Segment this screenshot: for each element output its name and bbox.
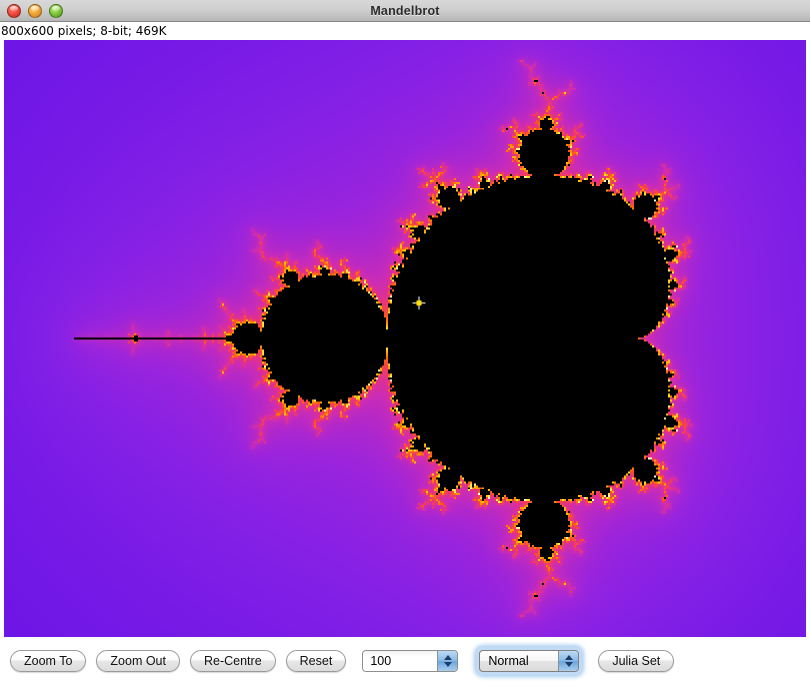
minimize-button[interactable] — [28, 4, 42, 18]
popup-down-icon[interactable] — [564, 662, 573, 667]
window-title: Mandelbrot — [370, 3, 440, 18]
zoom-button[interactable] — [49, 4, 63, 18]
window-controls — [7, 4, 63, 18]
render-mode-focus-ring: Normal — [476, 647, 583, 675]
stepper-down-icon[interactable] — [443, 662, 452, 667]
mandelbrot-fractal-image[interactable] — [4, 40, 806, 637]
render-mode-value[interactable]: Normal — [480, 651, 558, 671]
bottom-toolbar: Zoom To Zoom Out Re-Centre Reset 100 Nor… — [0, 637, 810, 685]
iterations-stepper-arrows[interactable] — [437, 651, 458, 671]
render-mode-popup[interactable]: Normal — [479, 650, 580, 672]
fractal-canvas[interactable] — [4, 40, 806, 637]
render-mode-arrows[interactable] — [558, 651, 579, 671]
iterations-stepper[interactable]: 100 — [362, 650, 459, 672]
popup-up-icon[interactable] — [564, 655, 573, 660]
zoom-to-button[interactable]: Zoom To — [10, 650, 87, 672]
zoom-out-button[interactable]: Zoom Out — [96, 650, 180, 672]
julia-set-button[interactable]: Julia Set — [598, 650, 675, 672]
iterations-value[interactable]: 100 — [363, 651, 438, 671]
window-titlebar: Mandelbrot — [0, 0, 810, 22]
image-info-text: 800x600 pixels; 8-bit; 469K — [1, 23, 167, 38]
image-status-bar: 800x600 pixels; 8-bit; 469K — [0, 22, 810, 39]
reset-button[interactable]: Reset — [285, 650, 347, 672]
re-centre-button[interactable]: Re-Centre — [189, 650, 276, 672]
stepper-up-icon[interactable] — [443, 655, 452, 660]
close-button[interactable] — [7, 4, 21, 18]
mandelbrot-window: Mandelbrot 800x600 pixels; 8-bit; 469K Z… — [0, 0, 810, 685]
